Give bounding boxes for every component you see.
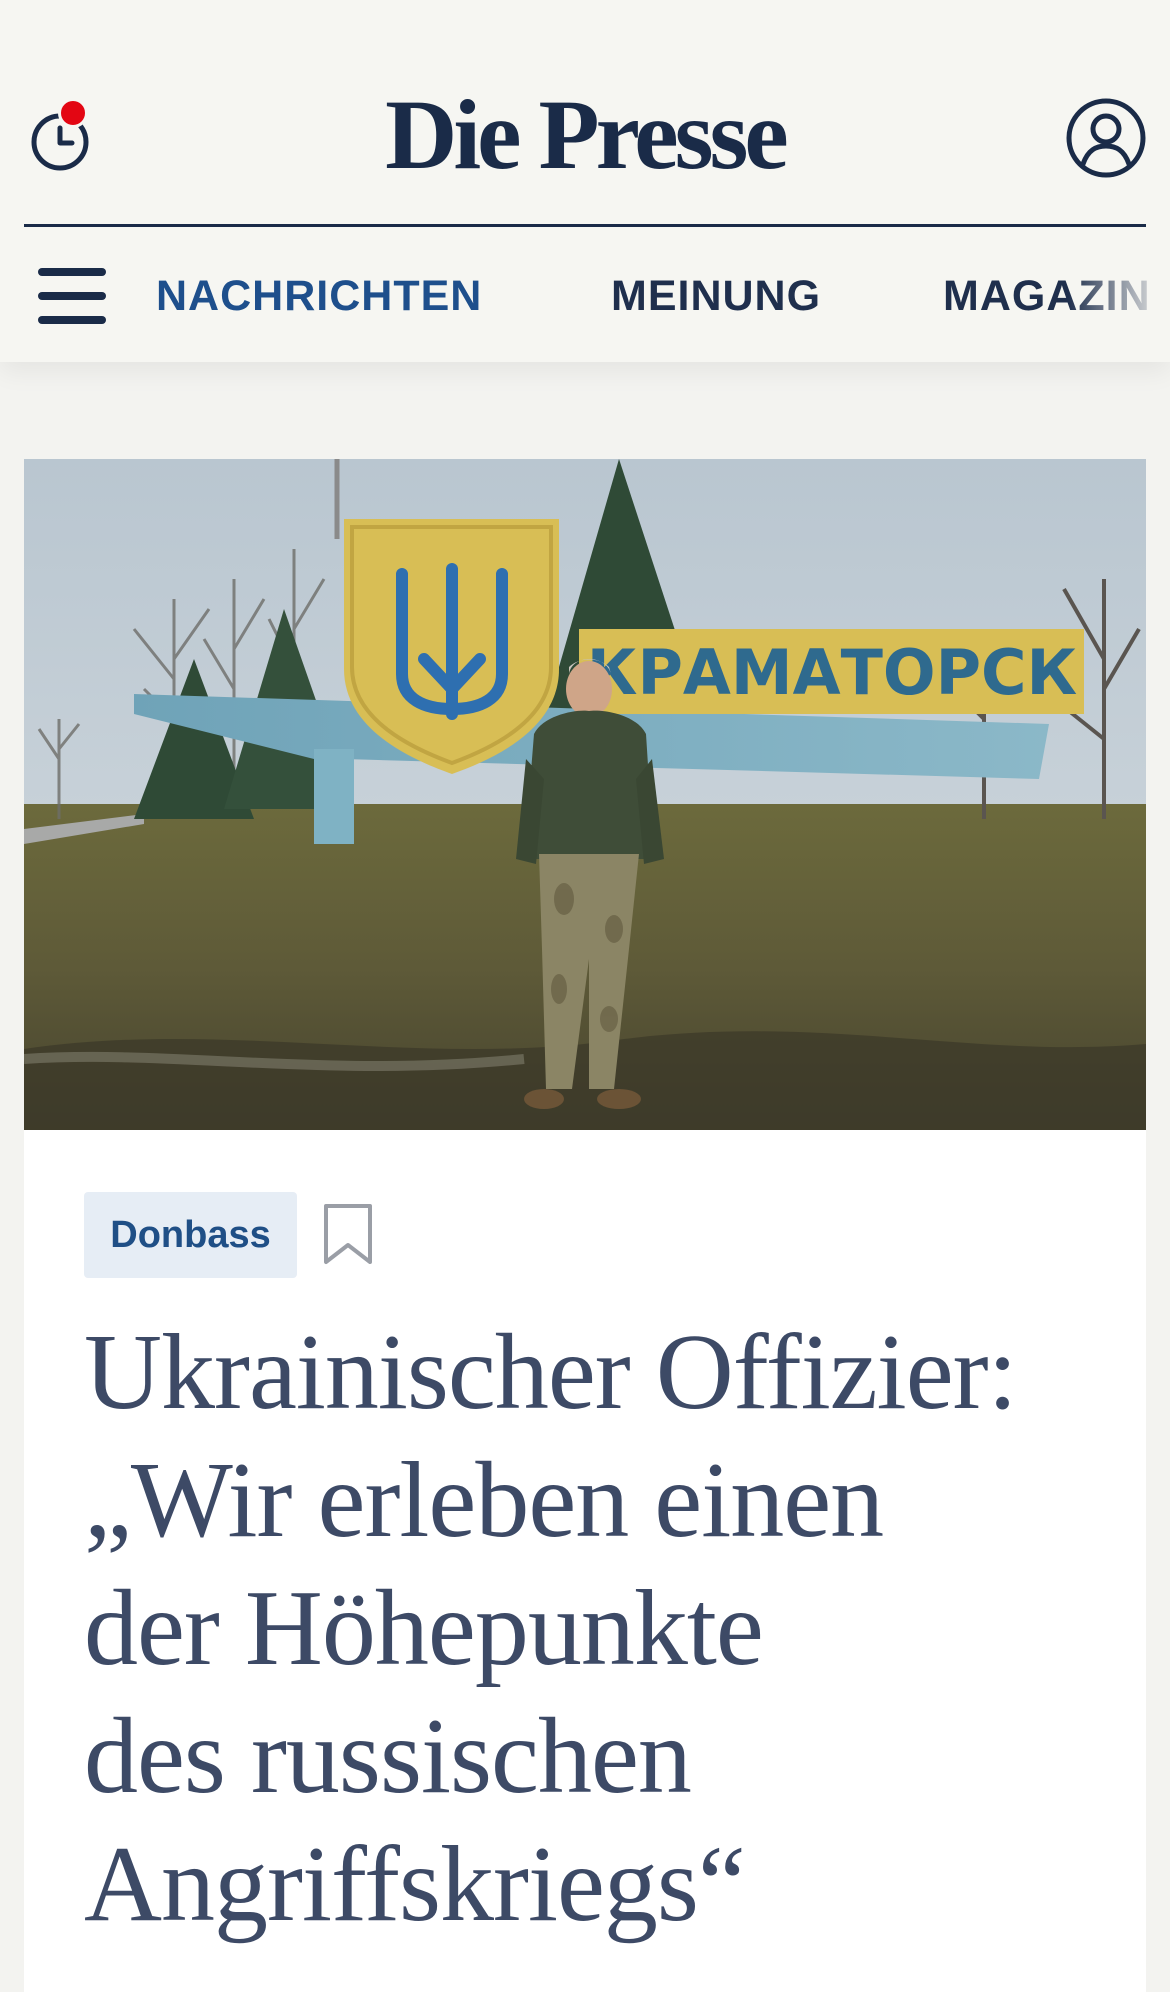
hamburger-menu-icon[interactable] [38, 268, 106, 324]
header-divider [24, 224, 1146, 227]
hero-photo[interactable]: КРАМАТОРСК [24, 459, 1146, 1130]
sign-text: КРАМАТОРСК [587, 636, 1077, 709]
article-headline[interactable]: Ukrainischer Offizier: „Wir erleben eine… [84, 1309, 1124, 1949]
topic-tag[interactable]: Donbass [84, 1192, 297, 1278]
user-circle-icon [1066, 98, 1146, 178]
nav-item-meinung[interactable]: MEINUNG [611, 270, 821, 322]
bookmark-button[interactable] [320, 1201, 376, 1267]
site-logo[interactable]: Die Presse [360, 80, 810, 190]
nav-item-magazin[interactable]: MAGAZIN [943, 270, 1170, 322]
nav-item-nachrichten[interactable]: NACHRICHTEN [156, 270, 482, 322]
account-button[interactable] [1064, 96, 1148, 180]
bookmark-icon [324, 1204, 372, 1264]
notification-dot [58, 98, 88, 128]
top-header: Die Presse NACHRICHTEN MEINUNG MAGAZIN [0, 0, 1170, 362]
article-card[interactable]: КРАМАТОРСК Donbass Ukrainischer Offizier… [24, 459, 1146, 1992]
